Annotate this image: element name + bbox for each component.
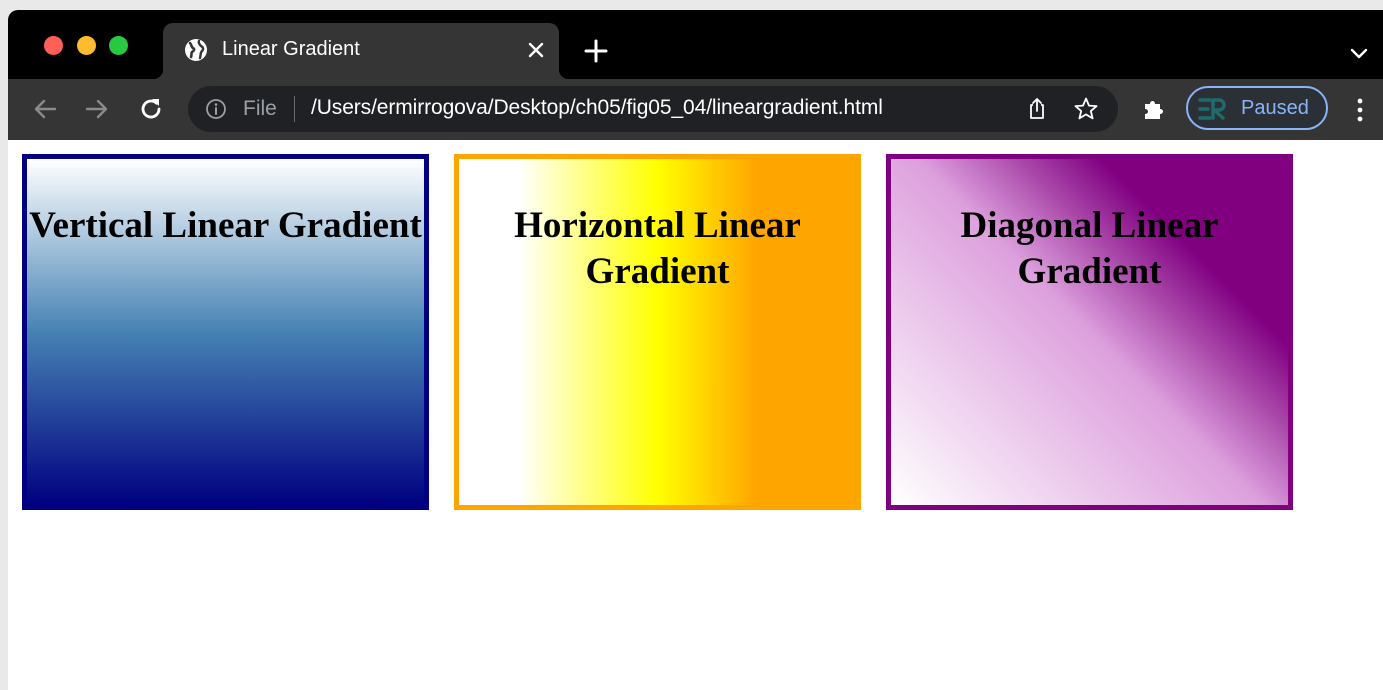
share-icon[interactable] (1024, 96, 1050, 122)
page-content: Vertical Linear Gradient Horizontal Line… (8, 140, 1383, 690)
address-bar[interactable]: File /Users/ermirrogova/Desktop/ch05/fig… (188, 86, 1118, 132)
info-icon[interactable] (205, 98, 227, 120)
profile-button[interactable]: Paused (1186, 86, 1328, 130)
close-icon[interactable] (523, 37, 549, 63)
maximize-window-button[interactable] (109, 36, 128, 55)
profile-logo-icon (1198, 98, 1226, 120)
tab-linear-gradient[interactable]: Linear Gradient (153, 23, 569, 79)
diagonal-gradient-heading: Diagonal Linear Gradient (960, 205, 1219, 292)
diagonal-gradient-box: Diagonal Linear Gradient (886, 154, 1293, 510)
close-window-button[interactable] (44, 36, 63, 55)
scheme-label: File (243, 97, 277, 120)
tab-title: Linear Gradient (222, 38, 360, 60)
horizontal-gradient-heading: Horizontal Linear Gradient (514, 205, 801, 292)
arrow-right-icon[interactable] (82, 94, 112, 124)
browser-toolbar: File /Users/ermirrogova/Desktop/ch05/fig… (8, 79, 1383, 140)
vertical-gradient-box: Vertical Linear Gradient (22, 154, 429, 510)
url-text[interactable]: /Users/ermirrogova/Desktop/ch05/fig05_04… (311, 96, 883, 120)
reload-icon[interactable] (136, 94, 166, 124)
omnibox-divider (294, 96, 295, 122)
puzzle-icon[interactable] (1141, 95, 1169, 123)
profile-status-label: Paused (1241, 97, 1309, 119)
vertical-gradient-heading: Vertical Linear Gradient (29, 205, 422, 246)
tab-strip: Linear Gradient (8, 10, 1383, 79)
arrow-left-icon[interactable] (30, 94, 60, 124)
browser-window: Linear Gradient File /Users/ermirrogova/… (8, 10, 1383, 690)
minimize-window-button[interactable] (77, 36, 96, 55)
horizontal-gradient-box: Horizontal Linear Gradient (454, 154, 861, 510)
chevron-down-icon[interactable] (1348, 42, 1370, 64)
plus-icon[interactable] (583, 38, 609, 64)
kebab-icon[interactable] (1350, 96, 1370, 124)
globe-icon (185, 39, 207, 61)
star-icon[interactable] (1073, 96, 1099, 122)
